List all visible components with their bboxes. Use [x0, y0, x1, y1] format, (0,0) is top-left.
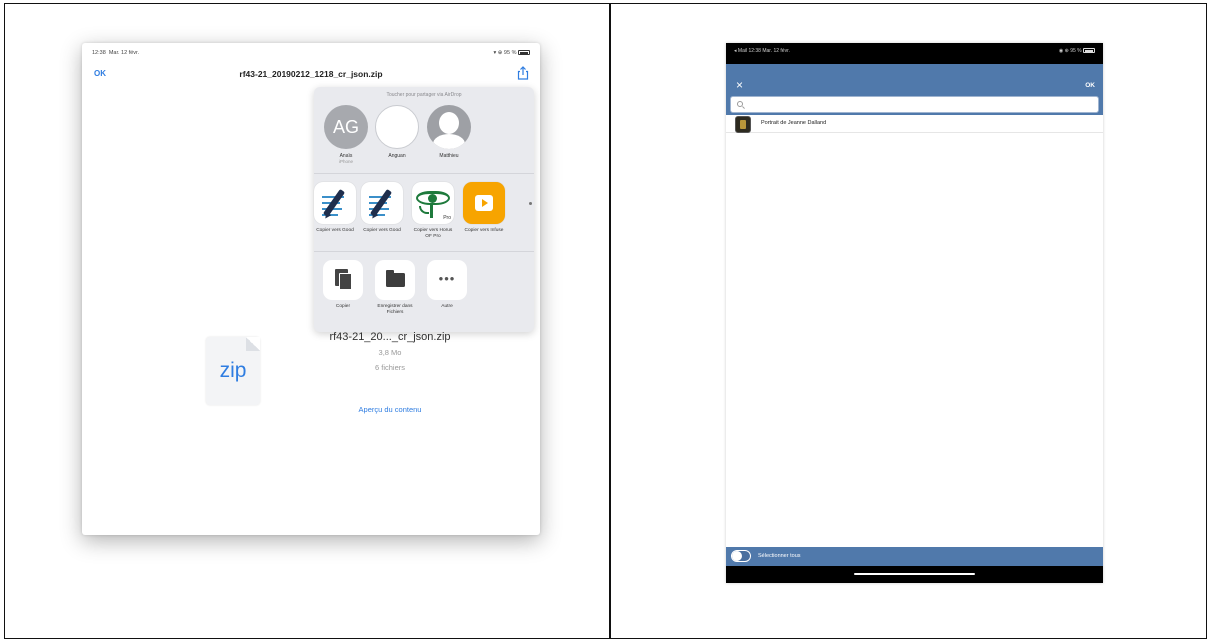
frame-divider [609, 3, 611, 639]
folder-icon [375, 260, 415, 300]
action-label: Copier [335, 304, 351, 309]
status-right: ◉ ⊕ 95 % [1058, 48, 1082, 54]
file-size: 3,8 Mo [378, 348, 402, 357]
person-name: Matthieu [439, 153, 459, 159]
person-name: Anguan [388, 153, 406, 159]
bottom-toolbar: Sélectionner tous [726, 547, 1103, 566]
file-title: rf43-21_20190212_1218_cr_json.zip [239, 69, 383, 79]
close-button[interactable]: × [736, 78, 743, 92]
airdrop-hint: Toucher pour partager via AirDrop [386, 92, 462, 98]
person-silhouette-icon [427, 105, 471, 149]
status-left: ◂ Mail 12:38 Mar. 12 févr. [734, 48, 790, 54]
app-copy-to-good-2[interactable]: Copier vers Good [359, 182, 405, 234]
search-icon [737, 101, 743, 107]
home-indicator-area [726, 566, 1103, 583]
search-input[interactable] [730, 96, 1099, 113]
file-count: 6 fichiers [374, 363, 405, 372]
portrait-thumbnail-icon [735, 116, 751, 133]
app-label: Copier vers Good [316, 228, 354, 233]
navigation-bar: OK rf43-21_20190212_1218_cr_json.zip [82, 65, 540, 83]
status-bar: ◂ Mail 12:38 Mar. 12 févr. ◉ ⊕ 95 % [726, 43, 1103, 64]
app-copy-to-horus[interactable]: Pro Copier vers Horus OF Pro [410, 182, 456, 240]
airdrop-person-anais[interactable]: AG Anaïs iPhone [323, 105, 369, 164]
status-date: Mar. 12 févr. [108, 50, 140, 56]
infuse-play-icon [463, 182, 505, 224]
sheet-divider [314, 251, 534, 252]
battery-icon [1083, 48, 1095, 54]
other-action[interactable]: ••• Autre [422, 260, 472, 310]
person-device: iPhone [338, 159, 353, 164]
zip-file-icon: zip [206, 337, 260, 405]
home-indicator[interactable] [854, 573, 975, 575]
preview-contents-link[interactable]: Aperçu du contenu [292, 405, 488, 414]
copy-action[interactable]: Copier [318, 260, 368, 310]
status-time: 12:38 [92, 50, 106, 56]
good-notes-icon [361, 182, 403, 224]
action-label: Autre [441, 304, 453, 309]
action-label: Enregistrer dans Fichiers [377, 304, 413, 315]
avatar: AG [324, 105, 368, 149]
pro-tag: Pro [443, 215, 451, 221]
list-item[interactable]: Portrait de Jeanne Dalland [726, 115, 1103, 133]
ok-button[interactable]: OK [1085, 82, 1095, 89]
good-notes-icon [314, 182, 356, 224]
ipad-share-screen: 12:38 Mar. 12 févr. ▾ ⊕ 95 % OK rf43-21_… [82, 43, 540, 535]
sheet-divider [314, 173, 534, 174]
list-item-label: Portrait de Jeanne Dalland [761, 120, 827, 126]
more-icon: ••• [427, 260, 467, 300]
app-label: Copier vers Infuse [464, 228, 504, 233]
ipad-import-screen: ◂ Mail 12:38 Mar. 12 févr. ◉ ⊕ 95 % × OK… [726, 43, 1103, 583]
app-label: Copier vers Horus OF Pro [413, 228, 453, 239]
zip-icon-label: zip [219, 359, 247, 382]
navigation-bar: × OK [726, 64, 1103, 115]
save-to-files-action[interactable]: Enregistrer dans Fichiers [370, 260, 420, 316]
app-copy-to-infuse[interactable]: Copier vers Infuse [461, 182, 507, 234]
select-all-toggle[interactable] [731, 550, 751, 562]
status-battery: ▾ ⊕ 95 % [493, 50, 517, 56]
horus-eye-icon: Pro [412, 182, 454, 224]
app-copy-to-good-1[interactable]: Copier vers Good [312, 182, 358, 234]
share-sheet: Toucher pour partager via AirDrop AG Ana… [314, 87, 534, 332]
share-icon[interactable] [517, 66, 529, 80]
copy-icon [323, 260, 363, 300]
battery-icon [518, 50, 530, 56]
file-name: rf43-21_20..._cr_json.zip [329, 331, 451, 343]
app-label: Copier vers Good [363, 228, 401, 233]
airdrop-person-matthieu[interactable]: Matthieu [426, 105, 472, 159]
airdrop-person-2[interactable]: Anguan [374, 105, 420, 159]
status-bar: 12:38 Mar. 12 févr. ▾ ⊕ 95 % [92, 50, 530, 60]
select-all-label: Sélectionner tous [758, 553, 801, 559]
more-apps-indicator [529, 202, 532, 205]
avatar [375, 105, 419, 149]
